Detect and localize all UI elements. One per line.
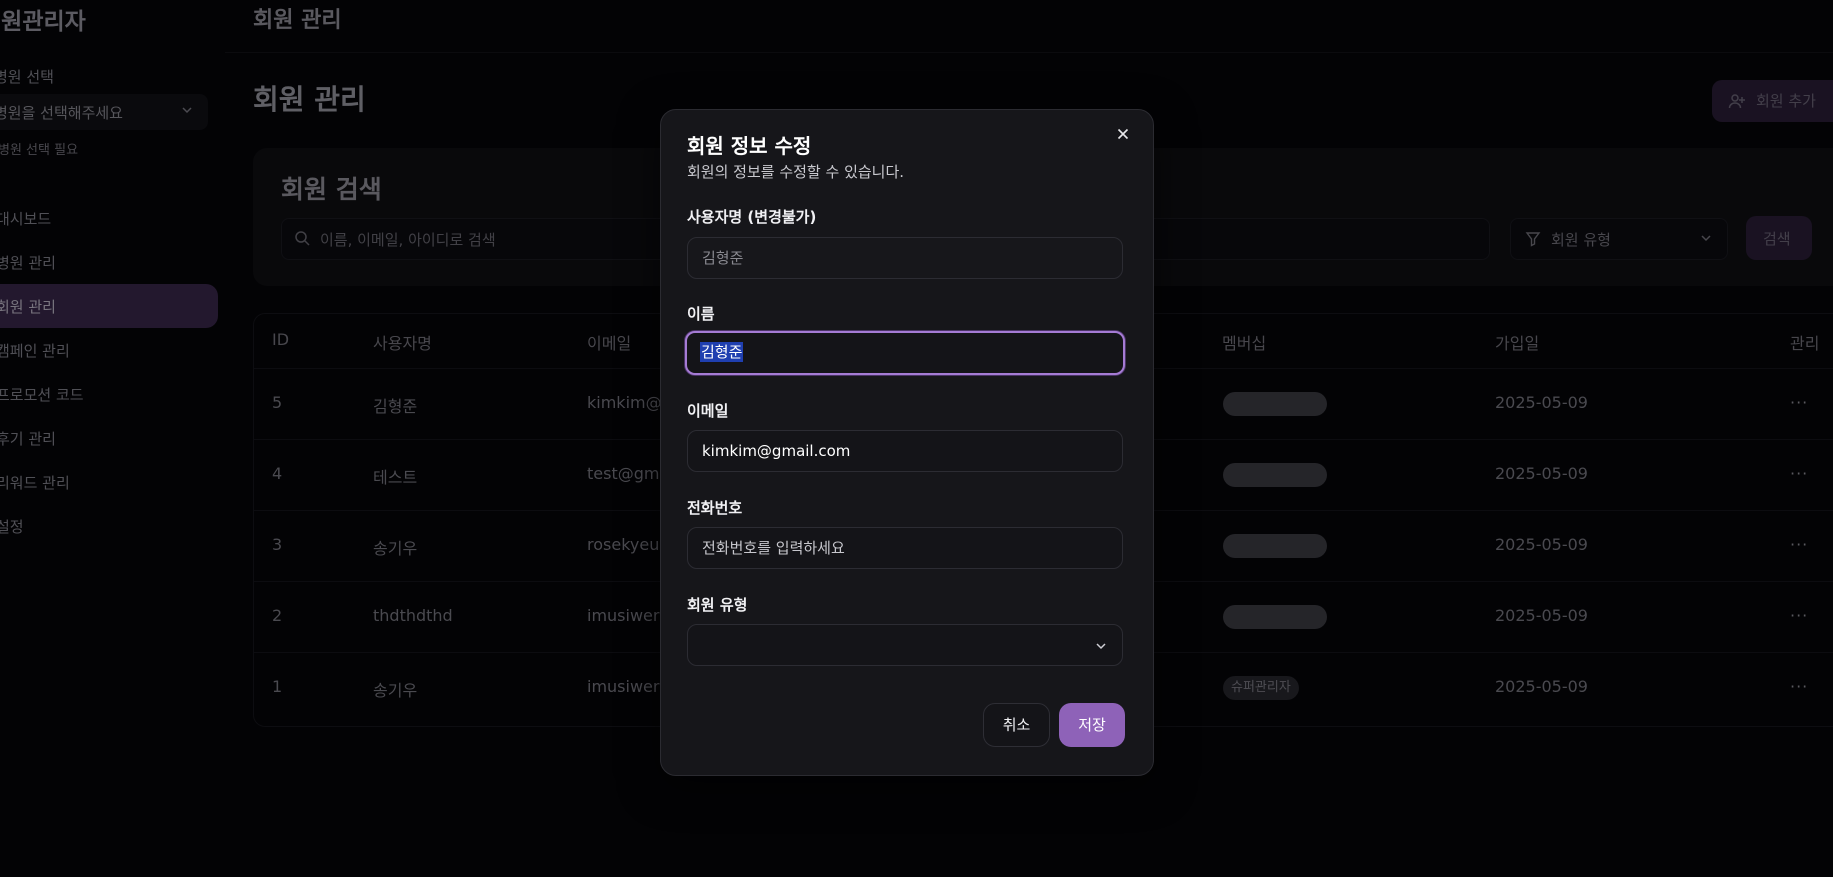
cancel-button[interactable]: 취소 [983, 703, 1050, 747]
close-icon[interactable] [1115, 126, 1131, 142]
email-label: 이메일 [687, 402, 729, 420]
chevron-down-icon [1096, 643, 1106, 650]
member-type-select[interactable] [687, 624, 1123, 666]
username-label: 사용자명 (변경불가) [687, 208, 817, 226]
phone-field[interactable]: 전화번호를 입력하세요 [687, 527, 1123, 569]
edit-member-dialog: 회원 정보 수정 회원의 정보를 수정할 수 있습니다. 사용자명 (변경불가)… [660, 109, 1154, 776]
dialog-title: 회원 정보 수정 [687, 134, 812, 158]
name-field[interactable]: 김형준 [685, 331, 1125, 375]
save-button[interactable]: 저장 [1059, 703, 1125, 747]
phone-label: 전화번호 [687, 499, 743, 517]
username-field: 김형준 [687, 237, 1123, 279]
name-field-value: 김형준 [700, 342, 744, 362]
member-type-label: 회원 유형 [687, 596, 748, 614]
email-field[interactable]: kimkim@gmail.com [687, 430, 1123, 472]
name-label: 이름 [687, 305, 715, 323]
dialog-description: 회원의 정보를 수정할 수 있습니다. [687, 163, 905, 181]
